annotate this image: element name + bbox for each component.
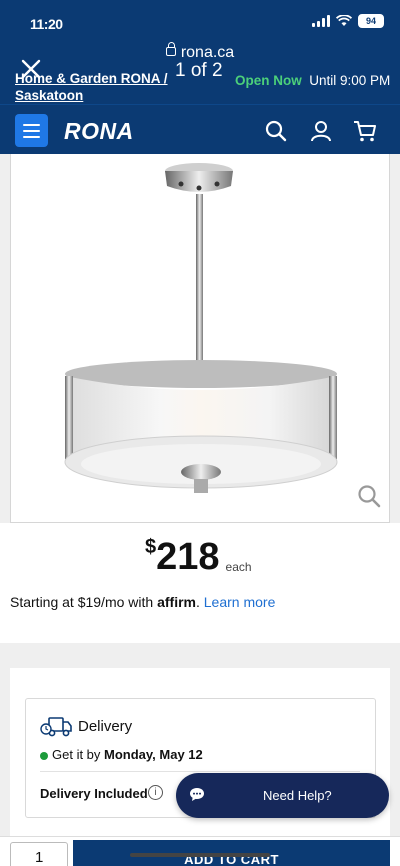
quantity-input[interactable]: 1 — [10, 842, 68, 866]
menu-button[interactable] — [15, 114, 48, 147]
store-hours: Open Now Until 9:00 PM — [235, 72, 395, 89]
zoom-icon[interactable] — [357, 484, 381, 508]
delivery-title: Delivery — [78, 718, 133, 735]
financing-prefix: Starting at $19/mo with — [10, 594, 158, 610]
price-unit: each — [225, 560, 252, 574]
hamburger-icon — [23, 123, 40, 126]
open-status: Open Now — [235, 73, 302, 88]
account-icon[interactable] — [309, 119, 333, 143]
learn-more-link[interactable]: Learn more — [204, 594, 276, 610]
delivery-truck-icon — [40, 717, 72, 737]
pendant-light-image — [64, 163, 338, 493]
cart-icon[interactable] — [353, 119, 377, 143]
availability-dot — [40, 752, 48, 760]
need-help-button[interactable]: Need Help? — [176, 773, 389, 818]
hours-text: Until 9:00 PM — [309, 73, 391, 88]
signal-icon — [312, 15, 330, 27]
search-icon[interactable] — [264, 119, 288, 143]
nav-bar: RONA — [0, 104, 400, 154]
rona-logo[interactable]: RONA — [64, 118, 134, 145]
status-time: 11:20 — [30, 16, 63, 32]
store-name-link[interactable]: Home & Garden RONA / Saskatoon — [15, 70, 173, 104]
affirm-logo: affirm — [157, 594, 196, 610]
gallery-counter: 1 of 2 — [175, 60, 223, 81]
delivery-date-prefix: Get it by — [52, 747, 105, 762]
battery-icon: 94 — [358, 14, 384, 28]
site-header: 11:20 94 rona.ca Home & Garden RONA / Sa… — [0, 0, 400, 104]
financing-text: Starting at $19/mo with affirm. Learn mo… — [10, 594, 276, 610]
wifi-icon — [336, 15, 352, 26]
price-currency: $ — [145, 536, 157, 558]
chat-icon — [190, 788, 204, 801]
delivery-date: Get it by Monday, May 12 — [52, 747, 203, 762]
delivery-date-value: Monday, May 12 — [104, 747, 203, 762]
product-price: $ 218 each — [145, 535, 252, 579]
need-help-label: Need Help? — [263, 788, 332, 803]
price-amount: 218 — [156, 536, 220, 578]
home-indicator — [130, 853, 270, 857]
lock-icon — [165, 42, 176, 56]
delivery-included: Delivery Included — [40, 786, 148, 801]
status-icons: 94 — [312, 14, 384, 28]
product-image-panel[interactable] — [10, 154, 390, 523]
info-icon[interactable]: i — [148, 785, 163, 800]
divider — [40, 771, 360, 772]
url-domain: rona.ca — [180, 44, 235, 61]
